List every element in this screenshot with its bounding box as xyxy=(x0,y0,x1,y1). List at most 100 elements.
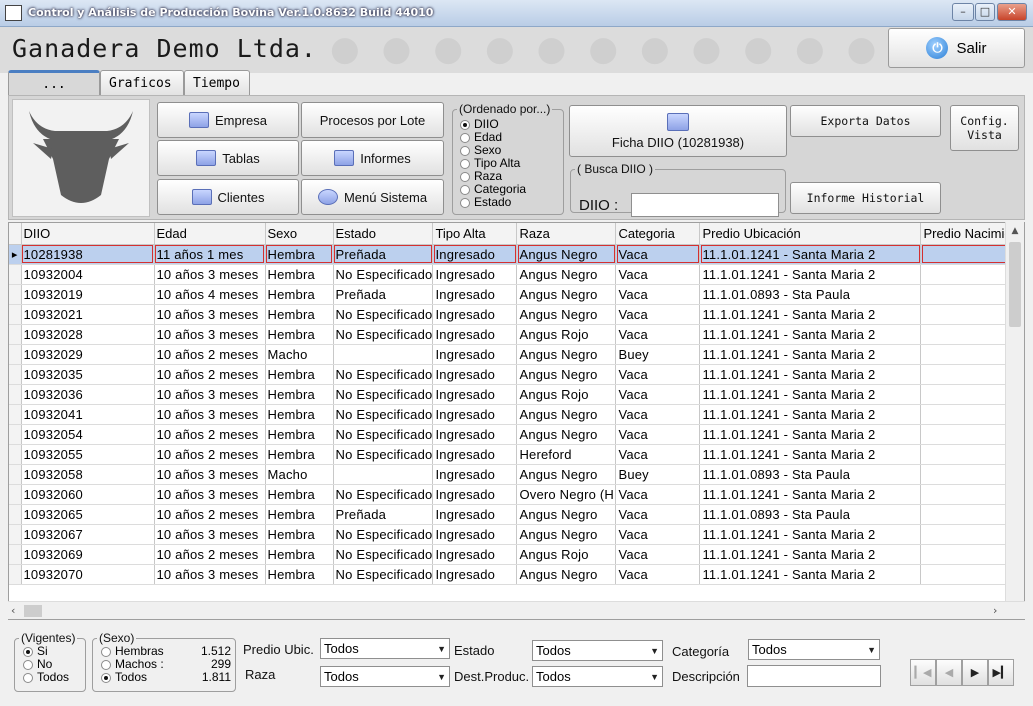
exporta-datos-button[interactable]: Exporta Datos xyxy=(790,105,941,137)
table-cell[interactable]: Hereford xyxy=(516,444,617,465)
table-row[interactable]: 10932065 10 años 2 meses Hembra Preñada Ingr… xyxy=(9,504,1022,525)
table-cell[interactable]: 10932069 xyxy=(21,544,155,565)
radio-button-icon[interactable] xyxy=(101,659,111,670)
column-header[interactable]: Sexo xyxy=(265,223,334,245)
column-header[interactable]: Predio Ubicación xyxy=(699,223,922,245)
table-cell[interactable]: 10932028 xyxy=(21,324,155,345)
table-cell[interactable]: 10932029 xyxy=(21,344,155,365)
table-cell[interactable]: 10932041 xyxy=(21,404,155,425)
table-cell[interactable]: No Especificado xyxy=(333,424,434,445)
table-cell[interactable]: 10932060 xyxy=(21,484,155,505)
table-cell[interactable]: 10 años 2 meses xyxy=(154,424,266,445)
table-cell[interactable]: Vaca xyxy=(615,304,701,325)
scroll-up-icon[interactable]: ▲ xyxy=(1006,222,1024,240)
row-indicator[interactable] xyxy=(9,484,22,505)
estado-select[interactable]: Todos ▼ xyxy=(532,640,663,661)
row-indicator[interactable]: ▸ xyxy=(9,244,22,265)
table-cell[interactable]: 11.1.01.1241 - Santa Maria 2 xyxy=(699,404,922,425)
table-cell[interactable]: Angus Rojo xyxy=(516,544,617,565)
table-cell[interactable]: Hembra xyxy=(265,504,334,525)
table-cell[interactable]: 11.1.01.1241 - Santa Maria 2 xyxy=(699,484,922,505)
table-cell[interactable]: No Especificado xyxy=(333,304,434,325)
scroll-right-icon[interactable]: › xyxy=(993,604,997,617)
table-cell[interactable]: Hembra xyxy=(265,484,334,505)
vigentes-radio[interactable]: Todos xyxy=(23,671,85,684)
table-cell[interactable]: Ingresado xyxy=(432,464,518,485)
radio-button-icon[interactable] xyxy=(460,197,470,208)
table-cell[interactable]: Ingresado xyxy=(432,504,518,525)
table-cell[interactable]: Preñada xyxy=(333,504,434,525)
procesos-lote-button[interactable]: Procesos por Lote xyxy=(301,102,444,138)
table-cell[interactable]: No Especificado xyxy=(333,404,434,425)
column-header[interactable]: Raza xyxy=(516,223,617,245)
table-cell[interactable]: Hembra xyxy=(265,424,334,445)
column-header[interactable]: Categoria xyxy=(615,223,701,245)
horizontal-scroll-thumb[interactable] xyxy=(24,605,42,617)
table-cell[interactable]: No Especificado xyxy=(333,524,434,545)
scroll-left-icon[interactable]: ‹ xyxy=(11,604,15,617)
empresa-button[interactable]: Empresa xyxy=(157,102,299,138)
prev-record-button[interactable]: ◀ xyxy=(936,659,962,686)
raza-select[interactable]: Todos ▼ xyxy=(320,666,450,687)
table-cell[interactable]: No Especificado xyxy=(333,444,434,465)
row-indicator[interactable] xyxy=(9,424,22,445)
table-cell[interactable]: 10 años 3 meses xyxy=(154,484,266,505)
table-cell[interactable]: Vaca xyxy=(615,244,701,265)
table-cell[interactable]: Angus Negro xyxy=(516,504,617,525)
table-cell[interactable]: Ingresado xyxy=(432,544,518,565)
table-cell[interactable]: Vaca xyxy=(615,324,701,345)
table-cell[interactable]: Macho xyxy=(265,464,334,485)
table-cell[interactable]: No Especificado xyxy=(333,484,434,505)
table-cell[interactable]: No Especificado xyxy=(333,564,434,585)
table-cell[interactable]: Hembra xyxy=(265,544,334,565)
first-record-button[interactable]: ▎◀ xyxy=(910,659,936,686)
table-cell[interactable]: 10 años 2 meses xyxy=(154,544,266,565)
radio-button-icon[interactable] xyxy=(460,158,470,169)
table-row[interactable]: 10932055 10 años 2 meses Hembra No Especifi… xyxy=(9,444,1022,465)
row-indicator[interactable] xyxy=(9,404,22,425)
table-row[interactable]: 10932060 10 años 3 meses Hembra No Especifi… xyxy=(9,484,1022,505)
table-cell[interactable]: 10 años 2 meses xyxy=(154,364,266,385)
table-cell[interactable]: 11.1.01.1241 - Santa Maria 2 xyxy=(699,384,922,405)
table-cell[interactable]: 10 años 3 meses xyxy=(154,384,266,405)
table-row[interactable]: 10932019 10 años 4 meses Hembra Preñada Ingr… xyxy=(9,284,1022,305)
radio-button-icon[interactable] xyxy=(460,132,470,143)
clientes-button[interactable]: Clientes xyxy=(157,179,299,215)
column-header[interactable]: Edad xyxy=(154,223,266,245)
table-cell[interactable]: Ingresado xyxy=(432,484,518,505)
table-cell[interactable]: 10932036 xyxy=(21,384,155,405)
table-cell[interactable]: Macho xyxy=(265,344,334,365)
table-row[interactable]: 10932067 10 años 3 meses Hembra No Especifi… xyxy=(9,524,1022,545)
minimize-button[interactable]: – xyxy=(952,3,974,21)
table-cell[interactable]: Vaca xyxy=(615,484,701,505)
table-cell[interactable]: 11 años 1 mes xyxy=(154,244,266,265)
row-indicator[interactable] xyxy=(9,264,22,285)
radio-button-icon[interactable] xyxy=(101,646,111,657)
table-cell[interactable]: Vaca xyxy=(615,404,701,425)
table-cell[interactable]: 10 años 4 meses xyxy=(154,284,266,305)
table-row[interactable]: 10932041 10 años 3 meses Hembra No Especifi… xyxy=(9,404,1022,425)
table-cell[interactable]: Vaca xyxy=(615,444,701,465)
table-cell[interactable]: Angus Negro xyxy=(516,524,617,545)
table-cell[interactable]: 10932065 xyxy=(21,504,155,525)
last-record-button[interactable]: ▶▎ xyxy=(988,659,1014,686)
table-cell[interactable]: Buey xyxy=(615,344,701,365)
column-header[interactable]: Tipo Alta xyxy=(432,223,518,245)
table-cell[interactable]: 11.1.01.1241 - Santa Maria 2 xyxy=(699,364,922,385)
table-cell[interactable]: Vaca xyxy=(615,504,701,525)
informe-historial-button[interactable]: Informe Historial xyxy=(790,182,941,214)
row-indicator[interactable] xyxy=(9,564,22,585)
column-header[interactable]: DIIO xyxy=(21,223,155,245)
table-cell[interactable]: 11.1.01.1241 - Santa Maria 2 xyxy=(699,324,922,345)
table-cell[interactable]: 10281938 xyxy=(21,244,155,265)
table-cell[interactable]: Angus Negro xyxy=(516,284,617,305)
animals-table[interactable]: DIIO Edad Sexo Estado Tipo Alta Raza Categoria… xyxy=(8,222,1025,620)
order-radio[interactable]: Estado xyxy=(460,196,563,209)
table-cell[interactable]: Hembra xyxy=(265,564,334,585)
informes-button[interactable]: Informes xyxy=(301,140,444,176)
table-cell[interactable]: Ingresado xyxy=(432,304,518,325)
table-cell[interactable]: 11.1.01.0893 - Sta Paula xyxy=(699,464,922,485)
row-indicator[interactable] xyxy=(9,304,22,325)
table-cell[interactable]: Angus Negro xyxy=(516,264,617,285)
row-indicator[interactable] xyxy=(9,464,22,485)
